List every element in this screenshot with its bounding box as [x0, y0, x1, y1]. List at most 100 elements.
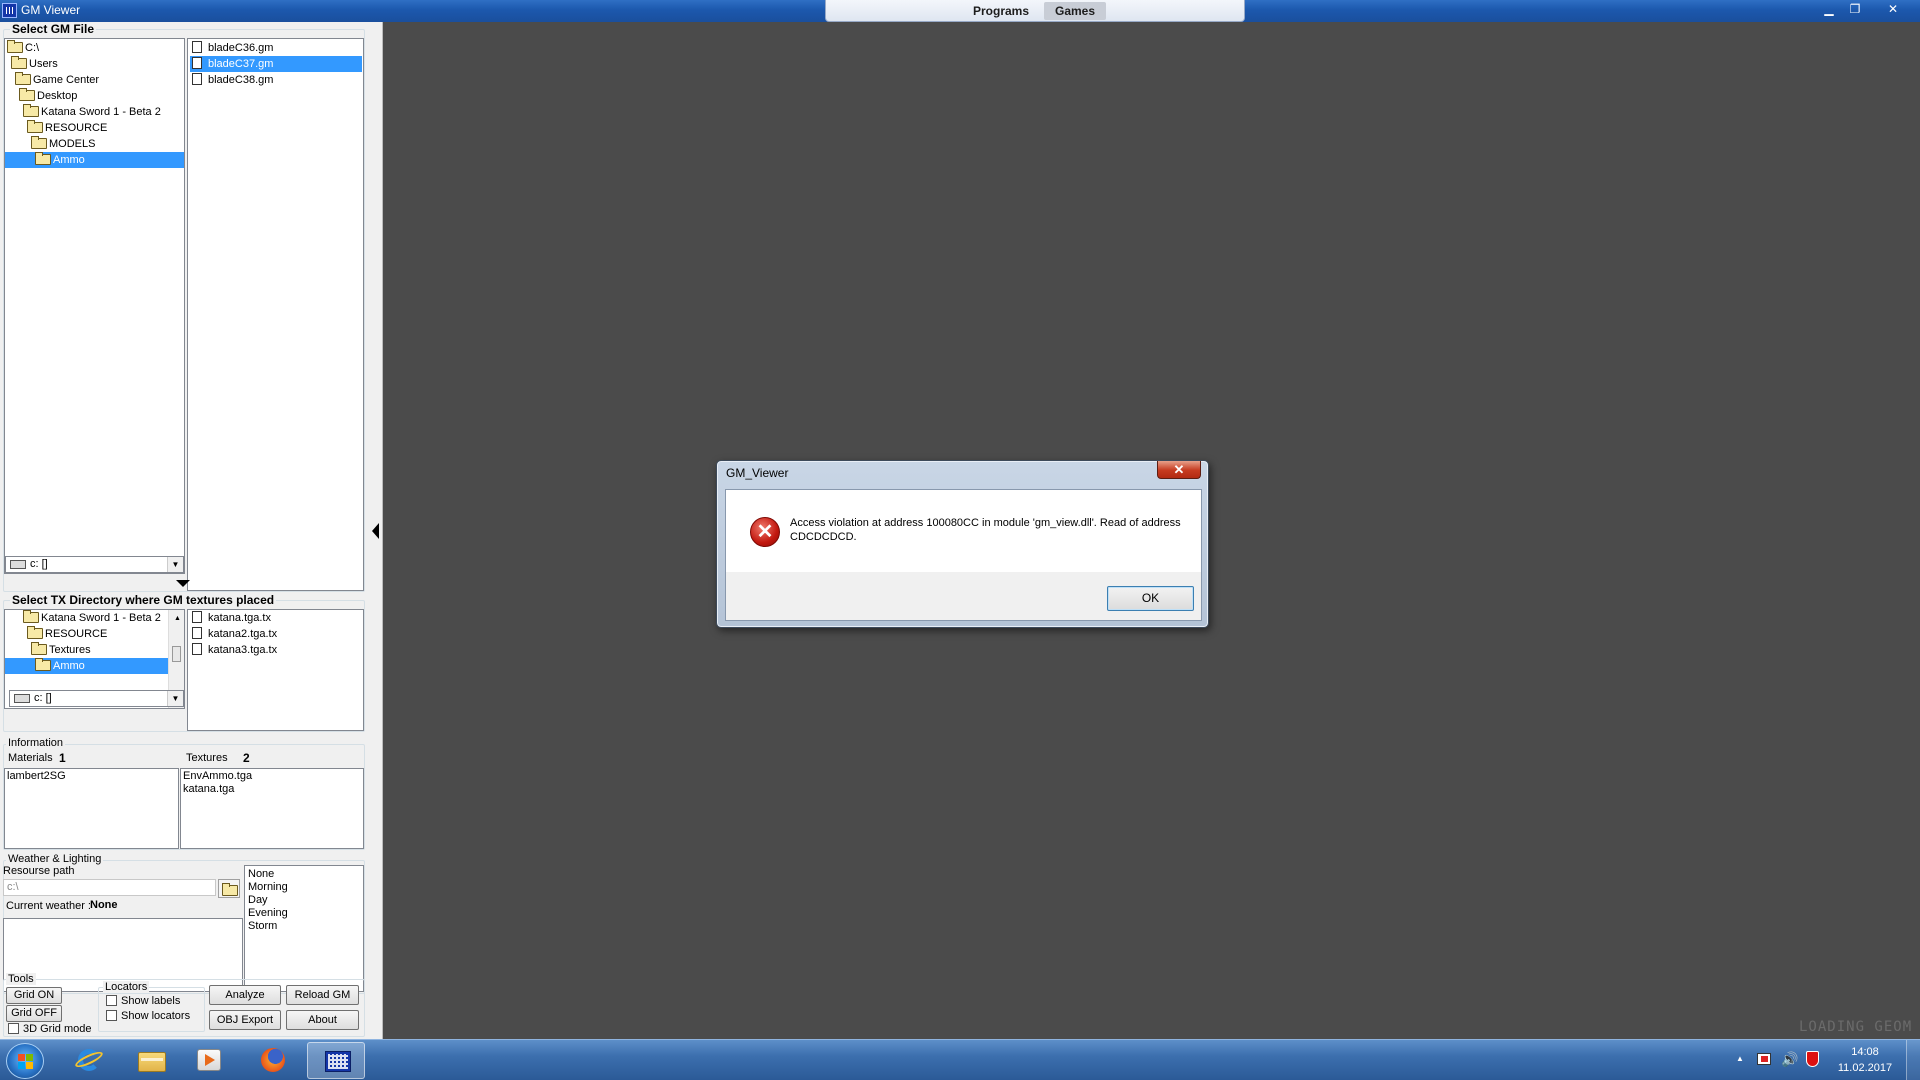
close-button[interactable]: ✕ — [1882, 1, 1904, 17]
folder-icon — [11, 56, 27, 69]
tree-item[interactable]: Katana Sword 1 - Beta 2 — [23, 104, 161, 120]
gm-drive-select[interactable]: c: [] ▼ — [5, 556, 184, 573]
grid-off-button[interactable]: Grid OFF — [6, 1005, 62, 1022]
textures-label: Textures — [186, 752, 228, 764]
tx-file-list[interactable]: katana.tga.tx katana2.tga.tx katana3.tga… — [187, 609, 364, 731]
list-item[interactable]: lambert2SG — [7, 770, 176, 782]
list-item[interactable]: Morning — [248, 881, 360, 894]
list-item[interactable]: EnvAmmo.tga — [183, 770, 361, 783]
file-item[interactable]: katana3.tga.tx — [190, 642, 277, 658]
file-item[interactable]: katana.tga.tx — [190, 610, 271, 626]
materials-label: Materials — [8, 752, 53, 764]
tree-item[interactable]: MODELS — [31, 136, 95, 152]
splitter-down-icon[interactable] — [176, 580, 190, 587]
tree-item[interactable]: Textures — [31, 642, 91, 658]
folder-icon — [31, 136, 47, 149]
select-tx-title: Select TX Directory where GM textures pl… — [10, 593, 277, 607]
reload-gm-button[interactable]: Reload GM — [286, 985, 359, 1005]
folder-icon — [19, 88, 35, 101]
chevron-down-icon[interactable]: ▼ — [167, 557, 183, 572]
about-button[interactable]: About — [286, 1010, 359, 1030]
gm-viewer-icon — [324, 1049, 351, 1073]
tree-item[interactable]: RESOURCE — [27, 626, 107, 642]
chevron-down-icon[interactable]: ▼ — [167, 691, 183, 706]
firefox-icon — [260, 1048, 286, 1072]
tree-item-selected[interactable]: Ammo — [5, 658, 168, 674]
error-dialog: GM_Viewer ✕ ✕ Access violation at addres… — [716, 460, 1209, 628]
scroll-thumb[interactable] — [172, 646, 181, 662]
list-item[interactable]: Evening — [248, 907, 360, 920]
clock-time[interactable]: 14:08 — [1829, 1046, 1901, 1058]
file-item[interactable]: bladeC36.gm — [190, 40, 362, 56]
show-desktop-button[interactable] — [1906, 1040, 1920, 1080]
locators-title: Locators — [103, 981, 150, 993]
taskbar-app-explorer[interactable] — [122, 1042, 180, 1079]
clock-date[interactable]: 11.02.2017 — [1829, 1062, 1901, 1074]
tray-expand-icon[interactable]: ▲ — [1736, 1054, 1744, 1063]
gm-folder-tree[interactable]: C:\ Users Game Center Desktop Katana Swo… — [4, 38, 185, 574]
minimize-button[interactable]: ▁ — [1818, 1, 1840, 17]
current-weather-value: None — [90, 899, 118, 911]
file-icon — [192, 57, 202, 69]
file-item-selected[interactable]: bladeC37.gm — [190, 56, 362, 72]
folder-icon — [222, 883, 238, 896]
show-labels-checkbox[interactable]: Show labels — [106, 995, 180, 1007]
resource-path-field[interactable]: c:\ — [3, 879, 216, 896]
file-icon — [192, 627, 202, 639]
list-item[interactable]: None — [248, 868, 360, 881]
file-icon — [192, 41, 202, 53]
browse-button[interactable] — [218, 879, 240, 898]
volume-icon[interactable]: 🔊 — [1781, 1051, 1798, 1068]
start-orb-icon[interactable] — [6, 1043, 44, 1079]
tx-drive-select[interactable]: c: [] ▼ — [9, 690, 184, 707]
dialog-message-area: ✕ Access violation at address 100080CC i… — [726, 490, 1201, 572]
restore-button[interactable]: ❐ — [1844, 1, 1866, 17]
tab-programs[interactable]: Programs — [962, 2, 1040, 20]
tree-item[interactable]: RESOURCE — [27, 120, 107, 136]
tree-item[interactable]: Game Center — [15, 72, 99, 88]
taskbar-app-gm-viewer[interactable] — [307, 1042, 365, 1079]
tree-item[interactable]: Katana Sword 1 - Beta 2 — [23, 610, 161, 626]
materials-list[interactable]: lambert2SG — [4, 768, 179, 849]
textures-list[interactable]: EnvAmmo.tga katana.tga — [180, 768, 364, 849]
grid-on-button[interactable]: Grid ON — [6, 987, 62, 1004]
program-tabs: Programs Games — [825, 0, 1245, 22]
resource-path-label: Resourse path — [3, 865, 75, 877]
folder-icon — [23, 610, 39, 623]
antivirus-icon[interactable] — [1806, 1051, 1819, 1067]
tree-item[interactable]: C:\ — [7, 40, 39, 56]
list-item[interactable]: katana.tga — [183, 783, 361, 796]
tree-item[interactable]: Users — [11, 56, 58, 72]
dialog-body: ✕ Access violation at address 100080CC i… — [725, 489, 1202, 621]
show-locators-checkbox[interactable]: Show locators — [106, 1010, 190, 1022]
flag-icon[interactable] — [1757, 1053, 1771, 1065]
taskbar: ▲ 🔊 14:08 11.02.2017 — [0, 1039, 1920, 1080]
media-player-icon — [196, 1048, 222, 1072]
analyze-button[interactable]: Analyze — [209, 985, 281, 1005]
collapse-panel-icon[interactable] — [372, 523, 379, 539]
weather-title: Weather & Lighting — [6, 853, 104, 865]
taskbar-app-firefox[interactable] — [244, 1042, 302, 1079]
tree-item-selected[interactable]: Ammo — [5, 152, 184, 168]
folder-icon — [7, 40, 23, 53]
file-item[interactable]: katana2.tga.tx — [190, 626, 277, 642]
obj-export-button[interactable]: OBJ Export — [209, 1010, 281, 1030]
information-title: Information — [6, 737, 66, 749]
ok-button[interactable]: OK — [1107, 586, 1194, 611]
gm-file-list[interactable]: bladeC36.gm bladeC37.gm bladeC38.gm — [187, 38, 364, 591]
tree-item[interactable]: Desktop — [19, 88, 77, 104]
taskbar-app-media-player[interactable] — [180, 1042, 238, 1079]
file-item[interactable]: bladeC38.gm — [190, 72, 362, 88]
tab-games[interactable]: Games — [1044, 2, 1107, 20]
weather-options-list[interactable]: None Morning Day Evening Storm — [244, 865, 364, 992]
internet-explorer-icon — [73, 1048, 105, 1072]
scroll-up-icon[interactable]: ▲ — [174, 615, 181, 622]
grid-3d-checkbox[interactable]: 3D Grid mode — [8, 1023, 91, 1035]
list-item[interactable]: Storm — [248, 920, 360, 933]
dialog-close-button[interactable]: ✕ — [1157, 461, 1201, 479]
current-weather-label: Current weather : — [6, 900, 91, 912]
taskbar-app-ie[interactable] — [60, 1042, 118, 1079]
title-bar: GM Viewer Programs Games ▁ ❐ ✕ — [0, 0, 1920, 22]
list-item[interactable]: Day — [248, 894, 360, 907]
file-icon — [192, 643, 202, 655]
